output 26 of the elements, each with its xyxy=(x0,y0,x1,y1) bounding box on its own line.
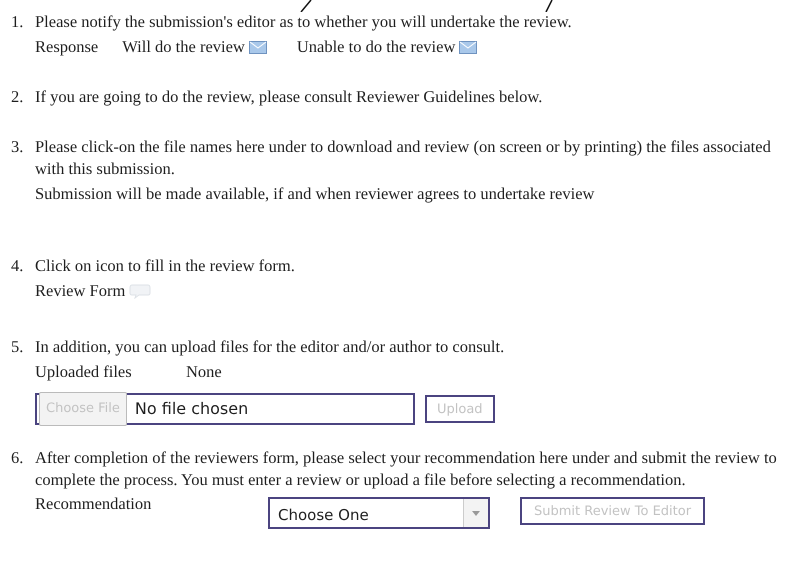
response-label: Response xyxy=(35,36,98,58)
dropdown-icon xyxy=(472,510,480,516)
availability-note: Submission will be made available, if and when reviewer agrees to undertake review xyxy=(35,183,594,205)
upload-button[interactable]: Upload xyxy=(425,395,495,423)
step-number: 3. xyxy=(10,136,24,158)
response-option: Unable to do the review xyxy=(296,36,456,58)
review-form-label: Review Form xyxy=(35,280,126,302)
step-text: Please click-on the file names here under to download and review (on screen or by printing) the files associated with this submission. xyxy=(35,136,772,180)
envelope-icon[interactable] xyxy=(459,40,478,54)
response-option: Will do the review xyxy=(122,36,245,58)
step-number: 5. xyxy=(10,336,24,358)
step-text: Click on icon to fill in the review form. xyxy=(35,255,296,277)
uploaded-files-label: Uploaded files xyxy=(35,361,133,383)
submit-review-button[interactable]: Submit Review To Editor xyxy=(520,497,706,525)
step-number: 1. xyxy=(10,11,24,33)
recommendation-label: Recommendation xyxy=(35,493,152,515)
step-number: 4. xyxy=(10,255,24,277)
uploaded-files-value: None xyxy=(186,361,222,383)
recommendation-select[interactable]: Choose One xyxy=(268,497,490,529)
step-number: 2. xyxy=(10,86,24,108)
step-text: If you are going to do the review, please consult Reviewer Guidelines below. xyxy=(35,86,544,108)
step-number: 6. xyxy=(10,447,24,469)
envelope-icon[interactable] xyxy=(248,40,267,54)
step-text: After completion of the reviewers form, please select your recommendation here under and submit the review to complete the process. You must enter a review or upload a file before selecting a recommendation. xyxy=(35,447,778,491)
step-text: Please notify the submission's editor as to whether you will undertake the review. xyxy=(35,11,573,33)
step-text: In addition, you can upload files for the editor and/or author to consult. xyxy=(35,336,506,358)
